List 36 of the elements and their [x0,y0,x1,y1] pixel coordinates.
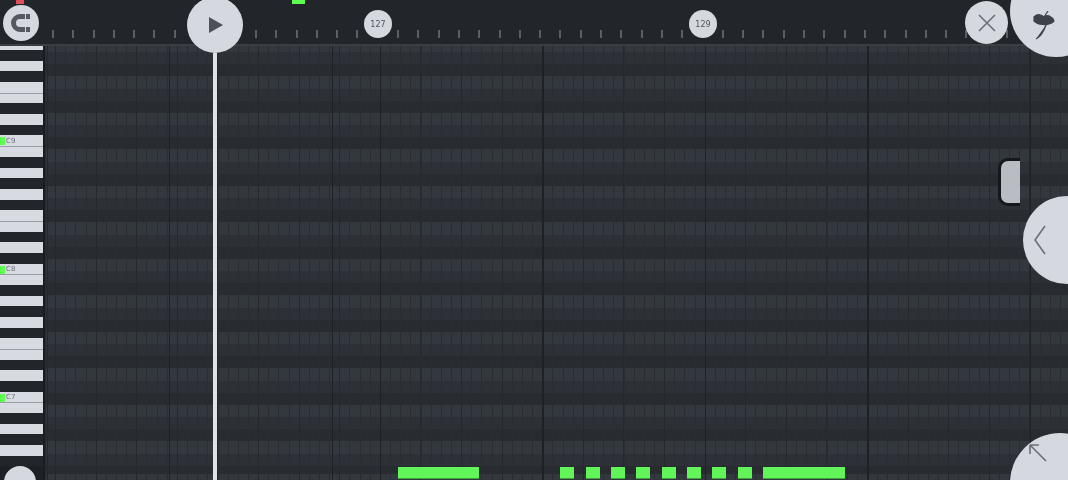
natural-key[interactable] [0,188,43,200]
natural-key[interactable] [0,167,43,179]
magnet-icon [9,11,33,35]
loop-start-marker [16,0,24,4]
key-marker [0,393,5,402]
sharp-key[interactable] [0,103,43,115]
close-icon [976,12,997,33]
natural-key[interactable] [0,60,43,72]
natural-key[interactable] [0,402,43,414]
arrow-up-left-icon [1028,443,1048,463]
natural-key[interactable] [0,92,43,104]
key-marker [0,265,5,274]
fruit-logo-icon [1030,11,1056,41]
sharp-key[interactable] [0,231,43,243]
sharp-key[interactable] [0,455,43,467]
position-marker [292,0,305,4]
play-button[interactable] [187,0,243,53]
note-grid[interactable] [45,46,1068,480]
scroll-handle[interactable] [998,158,1020,206]
sharp-key[interactable] [0,434,43,446]
sharp-key[interactable] [0,71,43,83]
sharp-key[interactable] [0,252,43,264]
sharp-key[interactable] [0,156,43,168]
natural-key[interactable] [0,423,43,435]
natural-key[interactable] [0,316,43,328]
bar-marker[interactable]: 129 [689,10,717,38]
chevron-left-icon [1033,224,1047,256]
bar-marker[interactable]: 127 [364,10,392,38]
natural-key[interactable] [0,295,43,307]
natural-key[interactable] [0,370,43,382]
sharp-key[interactable] [0,124,43,136]
sharp-key[interactable] [0,327,43,339]
sharp-key[interactable] [0,359,43,371]
sharp-key[interactable] [0,199,43,211]
play-icon [206,16,224,34]
key-marker [0,137,5,146]
